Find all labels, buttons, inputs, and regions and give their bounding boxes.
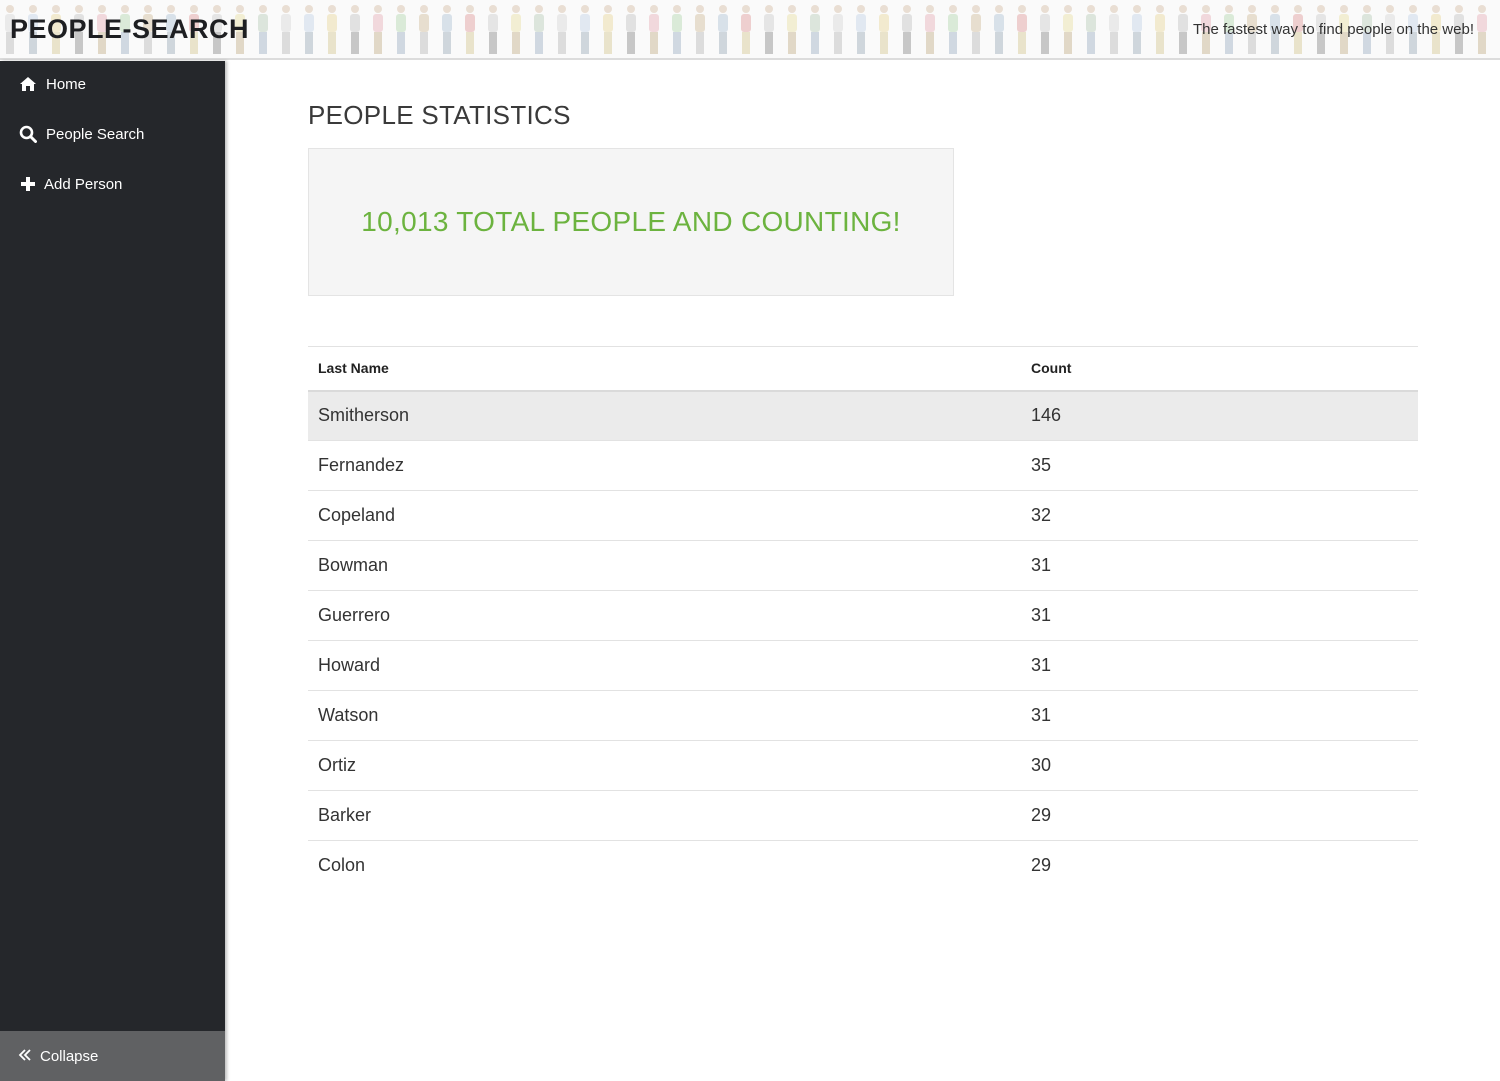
total-people-banner: 10,013 TOTAL PEOPLE AND COUNTING! (361, 206, 901, 237)
header-banner: PEOPLE-SEARCH The fastest way to find pe… (0, 0, 1500, 60)
count-cell: 31 (1021, 540, 1418, 591)
sidebar-item-label: People Search (46, 125, 145, 143)
count-cell: 29 (1031, 855, 1052, 876)
plus-icon (18, 174, 38, 194)
count-cell: 32 (1021, 490, 1418, 541)
last-name-stats-table: Last Name Count Smitherson 146 Fernandez… (308, 346, 1418, 891)
site-logo[interactable]: PEOPLE-SEARCH (10, 14, 249, 45)
sidebar: Home People Search Add Person Collapse (0, 61, 225, 1081)
table-row[interactable]: Colon 29 (308, 841, 1418, 891)
sidebar-item-home[interactable]: Home (0, 64, 225, 104)
last-name-cell: Barker (308, 790, 1021, 841)
table-row[interactable]: Ortiz 30 (308, 740, 1418, 791)
home-icon (18, 74, 38, 94)
table-row[interactable]: Guerrero 31 (308, 590, 1418, 641)
last-name-cell: Bowman (308, 540, 1021, 591)
last-name-cell: Ortiz (308, 740, 1021, 791)
last-name-cell: Fernandez (308, 440, 1021, 491)
total-people-panel: 10,013 TOTAL PEOPLE AND COUNTING! (308, 148, 954, 296)
table-row[interactable]: Fernandez 35 (308, 440, 1418, 491)
count-cell: 146 (1021, 390, 1418, 441)
column-header-last-name[interactable]: Last Name (308, 346, 1021, 392)
table-row[interactable]: Watson 31 (308, 690, 1418, 741)
page-title: PEOPLE STATISTICS (308, 100, 571, 130)
table-row[interactable]: Bowman 31 (308, 540, 1418, 591)
collapse-button[interactable]: Collapse (0, 1031, 225, 1081)
last-name-cell: Howard (308, 640, 1021, 691)
sidebar-item-add-person[interactable]: Add Person (0, 164, 225, 204)
collapse-label: Collapse (40, 1047, 99, 1065)
sidebar-item-people-search[interactable]: People Search (0, 114, 225, 154)
site-tagline: The fastest way to find people on the we… (1192, 21, 1474, 38)
table-row[interactable]: Barker 29 (308, 790, 1418, 841)
count-cell: 31 (1021, 640, 1418, 691)
count-cell: 31 (1021, 590, 1418, 641)
sidebar-item-label: Add Person (44, 175, 123, 193)
table-header-row: Last Name Count (308, 346, 1418, 392)
table-row[interactable]: Smitherson 146 (308, 390, 1418, 441)
double-chevron-left-icon (18, 1047, 32, 1065)
table-row[interactable]: Howard 31 (308, 640, 1418, 691)
count-cell: 31 (1021, 690, 1418, 741)
last-name-cell: Guerrero (308, 590, 1021, 641)
count-cell: 30 (1021, 740, 1418, 791)
sidebar-item-label: Home (46, 75, 87, 93)
last-name-cell: Colon (318, 855, 366, 876)
last-name-cell: Watson (308, 690, 1021, 741)
column-header-count[interactable]: Count (1021, 346, 1418, 392)
count-cell: 29 (1021, 790, 1418, 841)
table-row[interactable]: Copeland 32 (308, 490, 1418, 541)
last-name-cell: Copeland (308, 490, 1021, 541)
count-cell: 35 (1021, 440, 1418, 491)
last-name-cell: Smitherson (308, 390, 1021, 441)
search-icon (18, 124, 38, 144)
